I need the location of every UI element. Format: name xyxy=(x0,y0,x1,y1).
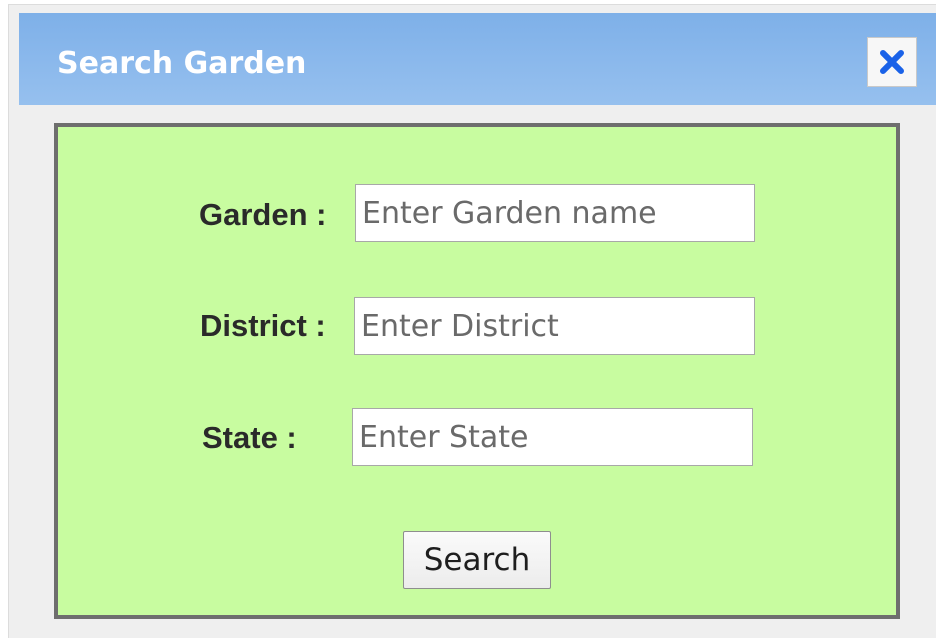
district-label: District : xyxy=(200,308,326,343)
district-input[interactable] xyxy=(354,297,755,355)
state-label: State : xyxy=(202,420,297,455)
search-garden-dialog: Search Garden Garden : District : State … xyxy=(8,4,936,638)
dialog-title: Search Garden xyxy=(57,46,307,81)
state-input[interactable] xyxy=(352,408,753,466)
close-icon xyxy=(880,50,904,74)
garden-label: Garden : xyxy=(199,197,327,232)
search-form-panel: Garden : District : State : Search xyxy=(54,123,900,619)
search-button[interactable]: Search xyxy=(403,531,551,589)
dialog-titlebar[interactable]: Search Garden xyxy=(19,13,936,105)
close-button[interactable] xyxy=(867,37,917,87)
garden-input[interactable] xyxy=(355,184,755,242)
